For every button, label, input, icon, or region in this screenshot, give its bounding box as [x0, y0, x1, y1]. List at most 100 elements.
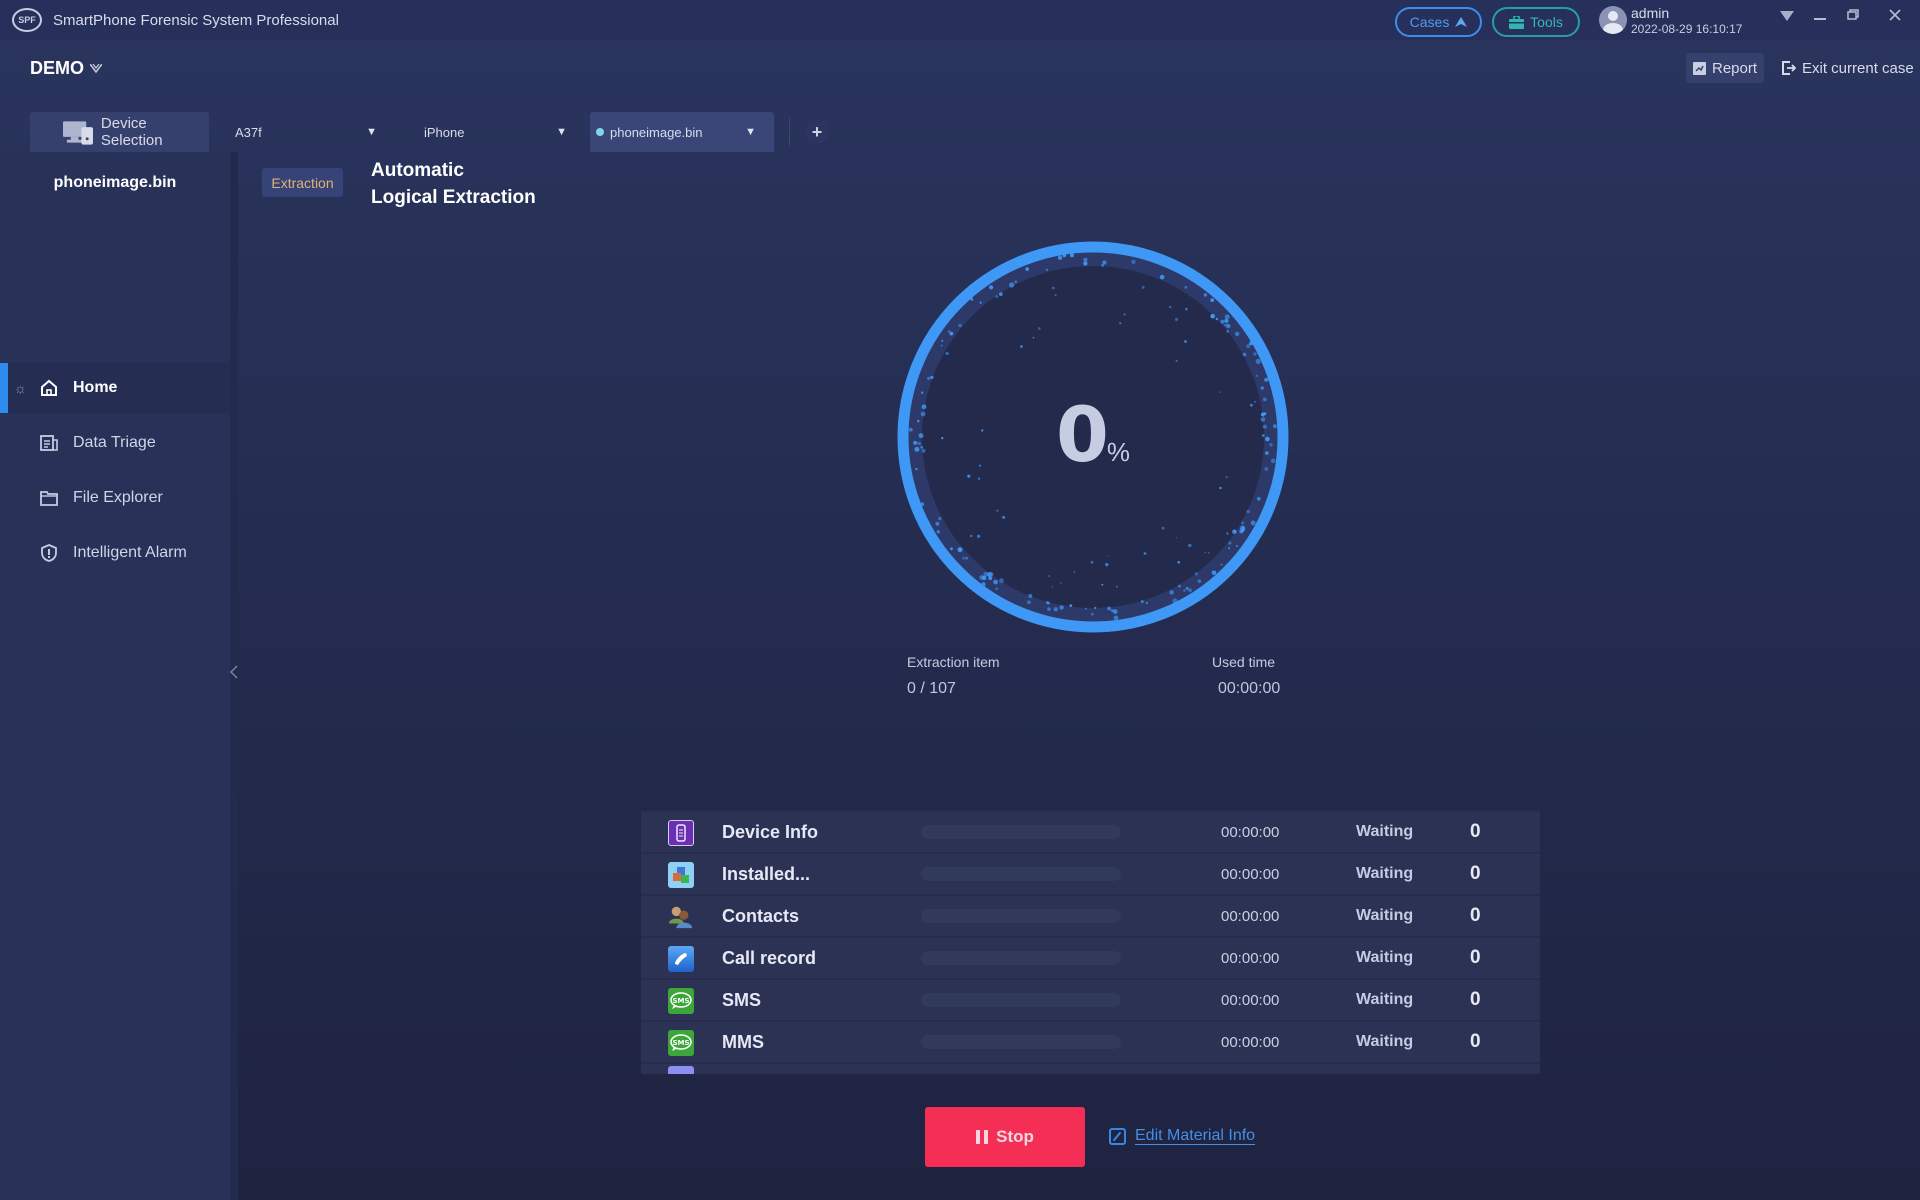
- ring-particle: [1094, 606, 1097, 610]
- tools-button[interactable]: Tools: [1492, 7, 1580, 37]
- sidebar-item-data-triage[interactable]: Data Triage: [0, 418, 230, 468]
- list-item[interactable]: Contacts 00:00:00 Waiting 0: [641, 896, 1540, 936]
- ring-particle: [1226, 323, 1231, 329]
- list-item[interactable]: Call record 00:00:00 Waiting 0: [641, 938, 1540, 978]
- ring-particle: [1210, 298, 1215, 302]
- tools-label: Tools: [1530, 14, 1563, 30]
- source-value: phoneimage.bin: [610, 124, 703, 140]
- ring-particle: [1119, 322, 1122, 325]
- alarm-shield-icon: [39, 543, 59, 563]
- ring-particle: [927, 376, 931, 380]
- ring-particle: [1069, 604, 1073, 607]
- extraction-item-label: Extraction item: [907, 654, 1000, 670]
- ring-particle: [1073, 571, 1076, 573]
- ring-particle: [935, 521, 940, 526]
- sidebar-item-label: Home: [73, 379, 118, 396]
- ring-particle: [1255, 374, 1258, 377]
- close-button[interactable]: [1883, 8, 1907, 26]
- extraction-items-list[interactable]: Device Info 00:00:00 Waiting 0 Installed…: [641, 810, 1540, 1074]
- ring-particle: [962, 556, 965, 560]
- ring-particle: [1101, 583, 1104, 586]
- ring-particle: [1032, 336, 1035, 339]
- ring-particle: [989, 285, 994, 290]
- ring-particle: [999, 578, 1004, 584]
- plus-icon: +: [811, 121, 823, 142]
- app-title: SmartPhone Forensic System Professional: [53, 12, 339, 29]
- device-selection-label: Device Selection: [100, 115, 163, 149]
- user-avatar[interactable]: [1599, 6, 1627, 34]
- home-icon: [39, 378, 59, 398]
- ring-particle: [1178, 584, 1181, 588]
- sidebar-item-home[interactable]: ☼ Home: [0, 363, 230, 413]
- loading-spinner-icon: ☼: [14, 380, 27, 396]
- item-time: 00:00:00: [1221, 866, 1280, 883]
- used-time-value: 00:00:00: [1218, 680, 1281, 697]
- ring-particle: [930, 375, 934, 379]
- ring-particle: [998, 292, 1003, 296]
- ring-particle: [1228, 541, 1232, 545]
- cases-button[interactable]: Cases: [1395, 7, 1482, 37]
- ring-particle: [1187, 588, 1193, 593]
- add-device-button[interactable]: +: [805, 120, 829, 144]
- data-triage-icon: [39, 433, 59, 453]
- used-time-label: Used time: [1212, 654, 1276, 670]
- restore-icon: [1847, 9, 1859, 20]
- ring-particle: [1242, 352, 1247, 357]
- ring-particle: [1246, 344, 1251, 349]
- ring-particle: [1256, 496, 1261, 501]
- mms-icon: SMS: [668, 1030, 694, 1056]
- edit-material-info-link[interactable]: Edit Material Info: [1109, 1127, 1255, 1145]
- item-name: SMS: [722, 990, 762, 1010]
- source-tab[interactable]: phoneimage.bin ▼: [590, 112, 774, 152]
- ring-particle: [1083, 261, 1088, 266]
- list-item[interactable]: SMS MMS 00:00:00 Waiting 0: [641, 1022, 1540, 1062]
- svg-text:SMS: SMS: [672, 997, 689, 1005]
- report-label: Report: [1711, 59, 1758, 77]
- restore-button[interactable]: [1841, 8, 1865, 26]
- ring-particle: [1028, 594, 1033, 598]
- app-logo-icon: SPF: [12, 8, 42, 32]
- ring-particle: [1210, 313, 1215, 319]
- list-item[interactable]: SMS SMS 00:00:00 Waiting 0: [641, 980, 1540, 1020]
- stop-label: Stop: [996, 1127, 1034, 1146]
- list-item[interactable]: Installed... 00:00:00 Waiting 0: [641, 854, 1540, 894]
- collapse-sidebar-button[interactable]: [229, 664, 238, 684]
- status-dot-icon: [596, 128, 604, 136]
- ring-particle: [1172, 598, 1178, 604]
- item-status: Waiting: [1356, 991, 1414, 1008]
- list-item[interactable]: Device Info 00:00:00 Waiting 0: [641, 812, 1540, 852]
- ring-particle: [1084, 607, 1087, 610]
- item-progress-bar: [921, 951, 1121, 965]
- sidebar-item-label: File Explorer: [73, 489, 163, 506]
- ring-particle: [979, 575, 985, 580]
- edit-material-info-label: Edit Material Info: [1135, 1127, 1256, 1144]
- report-button[interactable]: Report: [1686, 53, 1764, 83]
- menu-button[interactable]: [1775, 8, 1799, 26]
- model-dropdown[interactable]: A37f ▼: [235, 112, 377, 152]
- sidebar-item-intelligent-alarm[interactable]: Intelligent Alarm: [0, 528, 230, 578]
- ring-particle: [1037, 327, 1041, 330]
- ring-particle: [1143, 552, 1147, 555]
- item-name: Device Info: [722, 822, 819, 842]
- ring-particle: [920, 502, 925, 507]
- stop-button[interactable]: Stop: [925, 1107, 1085, 1167]
- ring-particle: [1204, 551, 1206, 554]
- case-selector[interactable]: DEMO: [30, 58, 102, 79]
- sidebar-item-file-explorer[interactable]: File Explorer: [0, 473, 230, 523]
- device-selection-tab[interactable]: Device Selection: [30, 112, 209, 152]
- device-type-dropdown[interactable]: iPhone ▼: [424, 112, 567, 152]
- toolbox-icon: [1509, 15, 1525, 29]
- minimize-button[interactable]: [1808, 8, 1832, 26]
- item-progress-bar: [921, 1035, 1121, 1049]
- cases-label: Cases: [1409, 14, 1450, 30]
- exit-case-button[interactable]: Exit current case: [1782, 53, 1914, 83]
- ring-particle: [1090, 612, 1094, 616]
- next-item-icon: [668, 1066, 694, 1074]
- ring-particle: [1059, 605, 1064, 610]
- ring-particle: [1194, 572, 1198, 576]
- ring-particle: [958, 323, 962, 328]
- ring-particle: [1207, 552, 1210, 554]
- list-item-partial[interactable]: [641, 1064, 1540, 1074]
- ring-particle: [988, 576, 992, 580]
- minimize-icon: [1814, 18, 1826, 20]
